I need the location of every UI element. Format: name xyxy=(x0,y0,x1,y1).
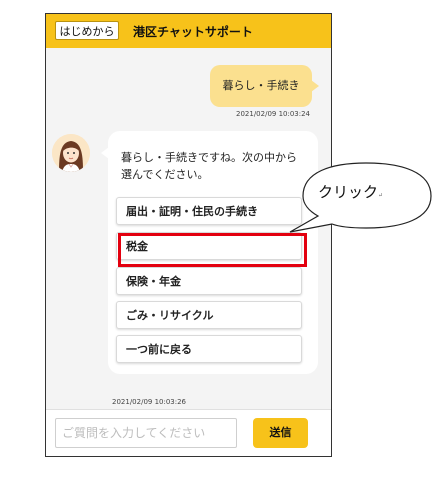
click-highlight-box xyxy=(118,233,307,267)
callout-text: クリック xyxy=(318,183,379,201)
callout-return-mark: ↵ xyxy=(378,192,384,199)
callout-label: クリック↵ xyxy=(318,181,383,202)
